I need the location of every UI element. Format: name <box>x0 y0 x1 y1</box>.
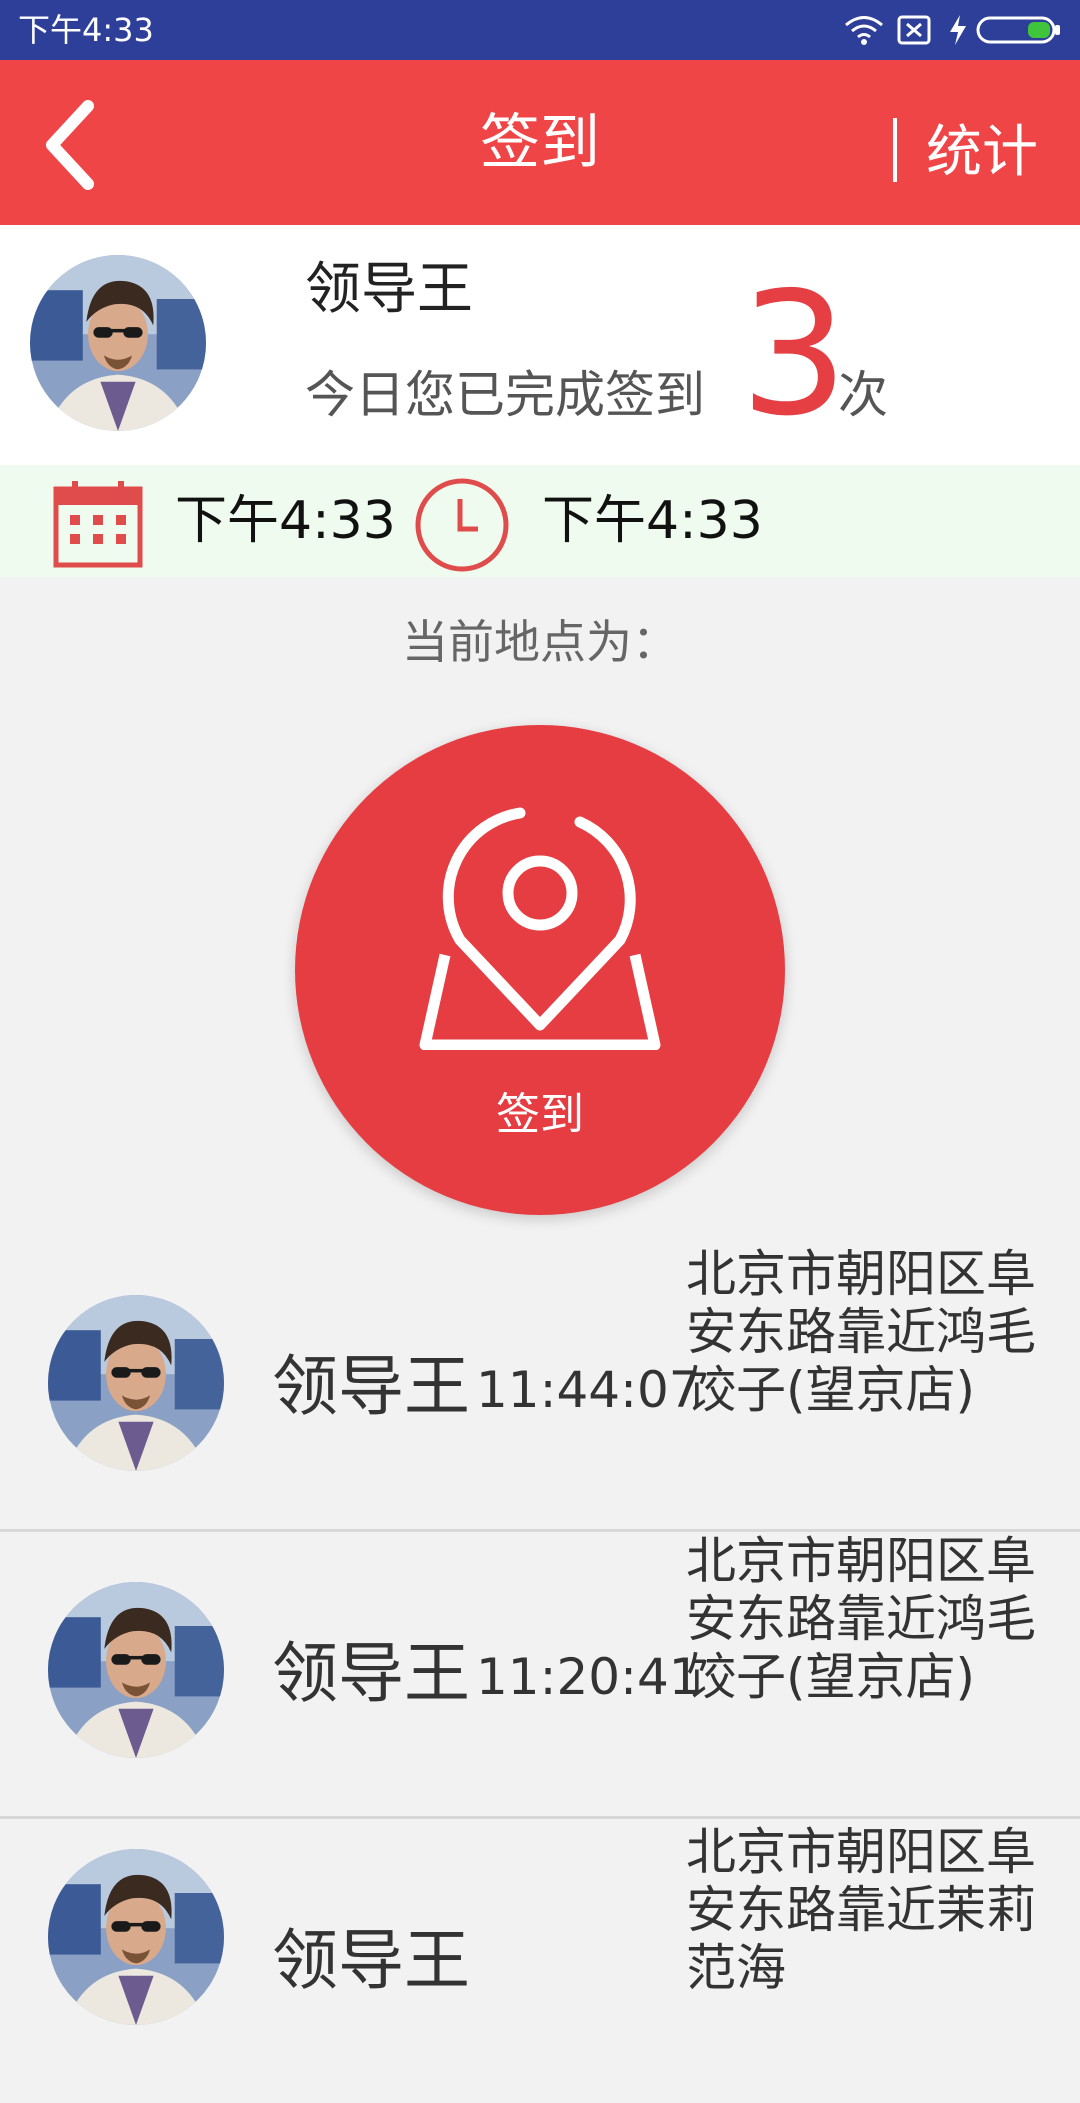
record-name: 领导王 <box>272 1635 470 1712</box>
checkin-record[interactable]: 领导王 北京市朝阳区阜安东路靠近茉莉范海 <box>0 1819 1080 2103</box>
record-address: 北京市朝阳区阜安东路靠近茉莉范海 <box>686 1823 1036 1997</box>
record-address: 北京市朝阳区阜安东路靠近鸿毛饺子(望京店) <box>686 1532 1036 1706</box>
record-avatar <box>48 1295 224 1471</box>
checkin-record[interactable]: 领导王 11:20:41 北京市朝阳区阜安东路靠近鸿毛饺子(望京店) <box>0 1532 1080 1819</box>
header-divider <box>893 118 897 182</box>
record-avatar <box>48 1582 224 1758</box>
record-time: 11:20:41 <box>476 1648 701 1706</box>
wifi-icon <box>845 16 883 45</box>
current-time: 下午4:33 <box>542 491 763 551</box>
current-date: 下午4:33 <box>175 491 396 551</box>
status-time: 下午4:33 <box>18 11 154 49</box>
app-header: 签到 统计 <box>0 60 1080 225</box>
date-time-band: 下午4:33 下午4:33 <box>0 465 1080 577</box>
clock-icon <box>415 478 509 572</box>
sim-off-icon <box>897 15 931 45</box>
calendar-icon <box>53 481 143 568</box>
record-address: 北京市朝阳区阜安东路靠近鸿毛饺子(望京店) <box>686 1245 1036 1419</box>
record-name: 领导王 <box>272 1922 470 1999</box>
checkin-button[interactable]: 签到 <box>295 725 785 1215</box>
user-name: 领导王 <box>305 257 473 322</box>
checkin-count-unit: 次 <box>838 366 888 424</box>
checkin-record[interactable]: 领导王 11:44:07 北京市朝阳区阜安东路靠近鸿毛饺子(望京店) <box>0 1245 1080 1532</box>
charging-icon <box>950 15 966 45</box>
page-title: 签到 <box>480 108 600 178</box>
record-name: 领导王 <box>272 1348 470 1425</box>
checkin-button-label: 签到 <box>496 1089 584 1140</box>
stats-button[interactable]: 统计 <box>926 118 1038 188</box>
battery-icon <box>976 16 1060 44</box>
map-pin-icon <box>419 807 661 1050</box>
avatar <box>30 255 206 431</box>
location-label: 当前地点为： <box>402 615 678 669</box>
record-time: 11:44:07 <box>476 1361 701 1419</box>
record-avatar <box>48 1849 224 2025</box>
checkin-count: 3 <box>740 256 849 454</box>
status-bar: 下午4:33 <box>0 0 1080 60</box>
checkin-done-text: 今日您已完成签到 <box>305 366 705 424</box>
profile-summary: 领导王 今日您已完成签到 3 次 <box>0 225 1080 465</box>
